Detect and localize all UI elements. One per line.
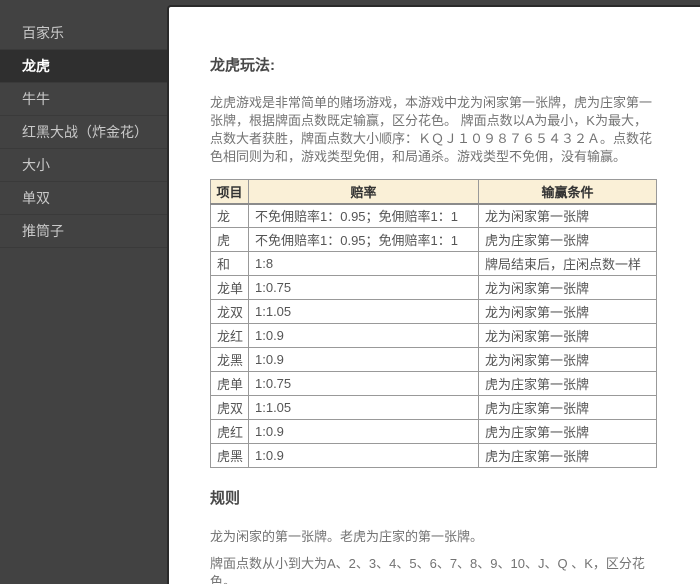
item-cell: 龙红 (211, 324, 249, 348)
payout-table: 项目赔率输赢条件 龙不免佣赔率1：0.95；免佣赔率1：1龙为闲家第一张牌虎不免… (210, 179, 657, 468)
column-header-0: 项目 (211, 180, 249, 204)
condition-cell: 虎为庄家第一张牌 (479, 444, 657, 468)
item-cell: 虎 (211, 228, 249, 252)
odds-cell: 1:0.9 (249, 348, 479, 372)
rules-paragraphs: 龙为闲家的第一张牌。老虎为庄家的第一张牌。牌面点数从小到大为A、2、3、4、5、… (210, 528, 658, 584)
table-row: 和1:8牌局结束后，庄闲点数一样 (211, 252, 657, 276)
table-row: 龙双1:1.05龙为闲家第一张牌 (211, 300, 657, 324)
item-cell: 龙黑 (211, 348, 249, 372)
condition-cell: 虎为庄家第一张牌 (479, 228, 657, 252)
content-area: 龙虎玩法: 龙虎游戏是非常简单的赌场游戏，本游戏中龙为闲家第一张牌，虎为庄家第一… (169, 7, 658, 584)
rule-paragraph-1: 牌面点数从小到大为A、2、3、4、5、6、7、8、9、10、J、Q 、K，区分花… (210, 555, 670, 584)
table-row: 龙单1:0.75龙为闲家第一张牌 (211, 276, 657, 300)
sidebar-item-3[interactable]: 红黑大战（炸金花） (0, 116, 167, 149)
condition-cell: 虎为庄家第一张牌 (479, 372, 657, 396)
condition-cell: 龙为闲家第一张牌 (479, 348, 657, 372)
table-row: 龙红1:0.9龙为闲家第一张牌 (211, 324, 657, 348)
condition-cell: 虎为庄家第一张牌 (479, 396, 657, 420)
column-header-1: 赔率 (249, 180, 479, 204)
item-cell: 虎红 (211, 420, 249, 444)
column-header-2: 输赢条件 (479, 180, 657, 204)
condition-cell: 龙为闲家第一张牌 (479, 324, 657, 348)
odds-cell: 1:1.05 (249, 396, 479, 420)
condition-cell: 牌局结束后，庄闲点数一样 (479, 252, 657, 276)
odds-cell: 1:0.9 (249, 420, 479, 444)
item-cell: 虎黑 (211, 444, 249, 468)
condition-cell: 虎为庄家第一张牌 (479, 420, 657, 444)
odds-cell: 1:0.9 (249, 324, 479, 348)
sidebar-item-1[interactable]: 龙虎 (0, 50, 167, 83)
odds-cell: 1:0.75 (249, 372, 479, 396)
sidebar-item-4[interactable]: 大小 (0, 149, 167, 182)
table-row: 虎单1:0.75虎为庄家第一张牌 (211, 372, 657, 396)
intro-paragraph: 龙虎游戏是非常简单的赌场游戏，本游戏中龙为闲家第一张牌，虎为庄家第一张牌，根据牌… (210, 94, 656, 166)
page-title: 龙虎玩法: (210, 54, 658, 75)
table-row: 龙不免佣赔率1：0.95；免佣赔率1：1龙为闲家第一张牌 (211, 204, 657, 228)
item-cell: 虎单 (211, 372, 249, 396)
odds-cell: 不免佣赔率1：0.95；免佣赔率1：1 (249, 204, 479, 228)
odds-cell: 1:0.9 (249, 444, 479, 468)
sidebar-item-6[interactable]: 推筒子 (0, 215, 167, 248)
sidebar-item-2[interactable]: 牛牛 (0, 83, 167, 116)
item-cell: 龙单 (211, 276, 249, 300)
table-row: 虎不免佣赔率1：0.95；免佣赔率1：1虎为庄家第一张牌 (211, 228, 657, 252)
content-panel: 龙虎玩法: 龙虎游戏是非常简单的赌场游戏，本游戏中龙为闲家第一张牌，虎为庄家第一… (167, 5, 700, 584)
odds-cell: 1:1.05 (249, 300, 479, 324)
sidebar: 百家乐龙虎牛牛红黑大战（炸金花）大小单双推筒子 (0, 0, 167, 584)
odds-cell: 1:0.75 (249, 276, 479, 300)
item-cell: 龙 (211, 204, 249, 228)
rules-heading: 规则 (210, 487, 658, 508)
condition-cell: 龙为闲家第一张牌 (479, 276, 657, 300)
table-row: 虎黑1:0.9虎为庄家第一张牌 (211, 444, 657, 468)
item-cell: 和 (211, 252, 249, 276)
payout-table-header-row: 项目赔率输赢条件 (211, 180, 657, 204)
item-cell: 龙双 (211, 300, 249, 324)
sidebar-item-0[interactable]: 百家乐 (0, 17, 167, 50)
rule-paragraph-0: 龙为闲家的第一张牌。老虎为庄家的第一张牌。 (210, 528, 670, 546)
table-row: 虎红1:0.9虎为庄家第一张牌 (211, 420, 657, 444)
condition-cell: 龙为闲家第一张牌 (479, 300, 657, 324)
payout-table-body: 龙不免佣赔率1：0.95；免佣赔率1：1龙为闲家第一张牌虎不免佣赔率1：0.95… (211, 204, 657, 468)
odds-cell: 1:8 (249, 252, 479, 276)
table-row: 虎双1:1.05虎为庄家第一张牌 (211, 396, 657, 420)
item-cell: 虎双 (211, 396, 249, 420)
condition-cell: 龙为闲家第一张牌 (479, 204, 657, 228)
odds-cell: 不免佣赔率1：0.95；免佣赔率1：1 (249, 228, 479, 252)
sidebar-item-5[interactable]: 单双 (0, 182, 167, 215)
table-row: 龙黑1:0.9龙为闲家第一张牌 (211, 348, 657, 372)
